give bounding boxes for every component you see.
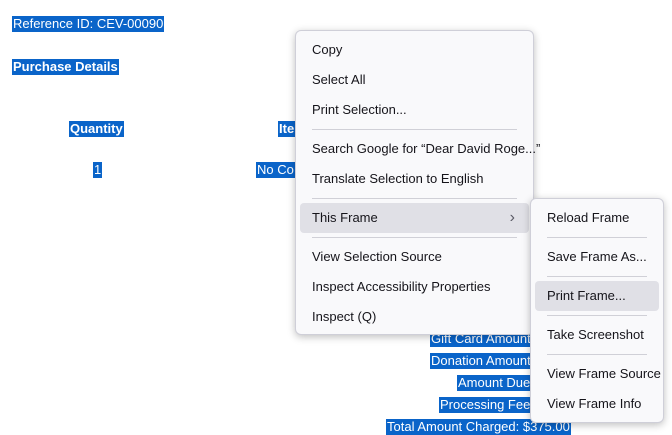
menu-separator bbox=[312, 237, 517, 238]
quantity-cell: 1 bbox=[93, 162, 103, 178]
menu-item-inspect-label: Inspect (Q) bbox=[312, 309, 377, 324]
menu-item-view-selection-source[interactable]: View Selection Source bbox=[300, 242, 529, 272]
menu-separator bbox=[547, 237, 647, 238]
submenu-item-view-frame-source-label: View Frame Source bbox=[547, 366, 661, 381]
menu-item-translate[interactable]: Translate Selection to English bbox=[300, 164, 529, 194]
reference-id: Reference ID: CEV-00090 bbox=[12, 16, 165, 32]
menu-item-translate-label: Translate Selection to English bbox=[312, 171, 484, 186]
submenu-item-view-frame-info-label: View Frame Info bbox=[547, 396, 642, 411]
menu-item-copy[interactable]: Copy bbox=[300, 35, 529, 65]
item-column-header: Ite bbox=[278, 121, 296, 137]
menu-item-inspect[interactable]: Inspect (Q) bbox=[300, 302, 529, 332]
menu-separator bbox=[312, 198, 517, 199]
submenu-item-save-frame-as[interactable]: Save Frame As... bbox=[535, 242, 659, 272]
submenu-item-take-screenshot-label: Take Screenshot bbox=[547, 327, 644, 342]
menu-item-search-google-label: Search Google for “Dear David Roge...” bbox=[312, 141, 541, 156]
menu-item-inspect-accessibility[interactable]: Inspect Accessibility Properties bbox=[300, 272, 529, 302]
submenu-item-view-frame-source[interactable]: View Frame Source bbox=[535, 359, 661, 389]
menu-item-select-all-label: Select All bbox=[312, 72, 366, 87]
menu-item-copy-label: Copy bbox=[312, 42, 343, 57]
chevron-right-icon: › bbox=[509, 209, 515, 226]
submenu-item-print-frame[interactable]: Print Frame... bbox=[535, 281, 659, 311]
donation-amount-label: Donation Amount bbox=[430, 353, 532, 369]
submenu-item-reload-frame-label: Reload Frame bbox=[547, 210, 630, 225]
submenu-item-take-screenshot[interactable]: Take Screenshot bbox=[535, 320, 659, 350]
menu-separator bbox=[547, 276, 647, 277]
menu-separator bbox=[312, 129, 517, 130]
item-cell: No Co bbox=[256, 162, 295, 178]
submenu-item-view-frame-info[interactable]: View Frame Info bbox=[535, 389, 659, 419]
menu-item-print-selection-label: Print Selection... bbox=[312, 102, 407, 117]
quantity-column-header: Quantity bbox=[69, 121, 124, 137]
processing-fee-label: Processing Fee bbox=[439, 397, 532, 413]
menu-item-select-all[interactable]: Select All bbox=[300, 65, 529, 95]
submenu-item-print-frame-label: Print Frame... bbox=[547, 288, 626, 303]
menu-separator bbox=[547, 354, 647, 355]
menu-item-this-frame[interactable]: This Frame › bbox=[300, 203, 529, 233]
menu-item-view-selection-source-label: View Selection Source bbox=[312, 249, 442, 264]
this-frame-submenu: Reload Frame Save Frame As... Print Fram… bbox=[530, 198, 664, 423]
submenu-item-save-frame-as-label: Save Frame As... bbox=[547, 249, 647, 264]
submenu-item-reload-frame[interactable]: Reload Frame bbox=[535, 203, 659, 233]
context-menu: Copy Select All Print Selection... Searc… bbox=[295, 30, 540, 335]
menu-item-inspect-accessibility-label: Inspect Accessibility Properties bbox=[312, 279, 491, 294]
menu-item-search-google[interactable]: Search Google for “Dear David Roge...” bbox=[300, 134, 540, 164]
menu-separator bbox=[547, 315, 647, 316]
purchase-details-heading: Purchase Details bbox=[12, 59, 119, 75]
menu-item-print-selection[interactable]: Print Selection... bbox=[300, 95, 529, 125]
menu-item-this-frame-label: This Frame bbox=[312, 210, 378, 225]
amount-due-label: Amount Due bbox=[457, 375, 532, 391]
